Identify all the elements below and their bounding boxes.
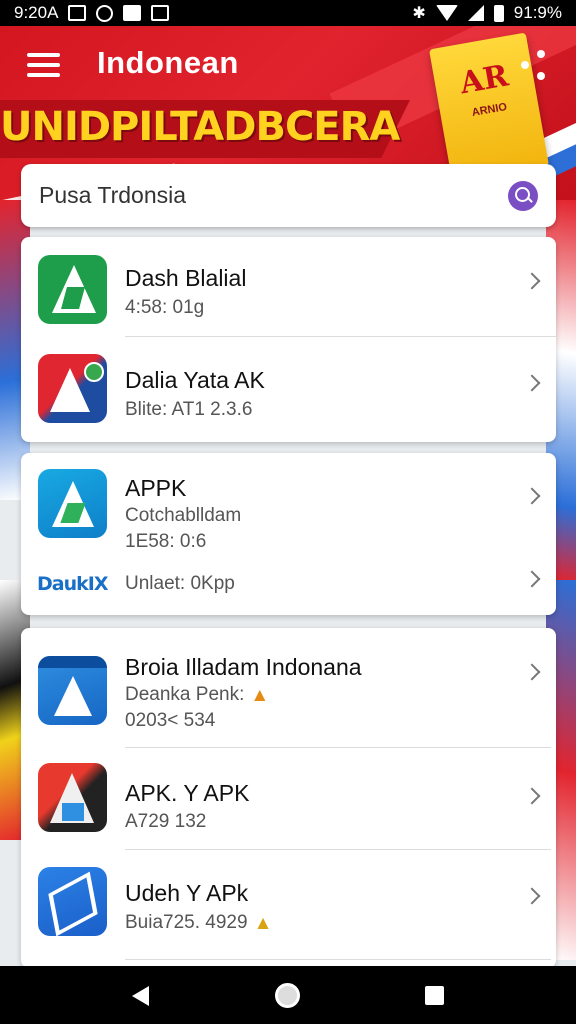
chevron-right-icon — [523, 570, 541, 588]
photo-icon — [151, 5, 170, 21]
item-subtitle: Deanka Penk: ▲ — [125, 684, 270, 706]
bluetooth-icon: ✱ — [412, 5, 426, 22]
app-list-card: APPK Cotchablldam 1E58: 0:6 DaukIX Unlae… — [21, 453, 556, 615]
chevron-right-icon — [523, 663, 541, 681]
back-icon[interactable] — [132, 986, 149, 1006]
gallery-icon — [68, 5, 87, 21]
chevron-right-icon — [523, 487, 541, 505]
banner-title: UNIDPILTADBCERA — [0, 104, 400, 150]
brand-label: DaukIX — [37, 573, 108, 595]
battery-icon — [493, 4, 504, 22]
app-icon-dark — [38, 763, 107, 832]
app-icon-red-blue — [38, 354, 107, 423]
list-item[interactable]: Dalia Yata AK Blite: AT1 2.3.6 — [21, 337, 556, 442]
battery-percent: 91:9% — [513, 3, 562, 22]
home-icon[interactable] — [275, 983, 300, 1008]
status-time: 9:20A — [14, 3, 59, 22]
share-icon[interactable] — [519, 50, 549, 80]
divider — [125, 959, 551, 960]
status-bar: 9:20A ✱ 91:9% — [0, 0, 576, 26]
item-title: Broia Illadam Indonana — [125, 654, 362, 680]
list-item[interactable]: APK. Y APK A729 132 — [21, 748, 556, 850]
item-subtitle: A729 132 — [125, 811, 207, 832]
app-list-card: Dash Blalial 4:58: 01g Dalia Yata AK Bli… — [21, 237, 556, 442]
list-item[interactable]: Broia Illadam Indonana Deanka Penk: ▲ 020… — [21, 628, 556, 748]
chevron-right-icon — [523, 887, 541, 905]
sync-icon — [96, 4, 114, 22]
status-right: ✱ 91:9% — [412, 3, 562, 23]
search-input[interactable] — [39, 182, 508, 209]
navigation-bar — [0, 966, 576, 1024]
chevron-right-icon — [523, 787, 541, 805]
recents-icon[interactable] — [425, 986, 444, 1005]
search-icon[interactable] — [508, 180, 538, 211]
item-title: APK. Y APK — [125, 780, 250, 806]
item-subtitle: Blite: AT1 2.3.6 — [125, 399, 253, 420]
item-subtitle: Buia725. 4929 ▲ — [125, 912, 273, 934]
item-title: Dash Blalial — [125, 265, 247, 291]
item-subtitle: Cotchablldam — [125, 505, 242, 526]
list-item[interactable]: DaukIX Unlaet: 0Kpp — [21, 563, 556, 613]
item-subtitle-text: Buia725. 4929 — [125, 912, 248, 933]
item-subtitle: Unlaet: 0Kpp — [125, 573, 235, 594]
warning-icon: ▲ — [250, 685, 270, 706]
hamburger-menu-icon[interactable] — [27, 53, 60, 77]
item-title: Dalia Yata AK — [125, 367, 265, 393]
item-subtitle-text: Deanka Penk: — [125, 684, 245, 705]
signal-icon — [467, 5, 484, 21]
list-item[interactable]: Udeh Y APk Buia725. 4929 ▲ — [21, 850, 556, 960]
app-icon-cyan — [38, 469, 107, 538]
item-meta: 1E58: 0:6 — [125, 531, 207, 552]
list-item[interactable]: Dash Blalial 4:58: 01g — [21, 237, 556, 337]
app-icon-green — [38, 255, 107, 324]
chevron-right-icon — [523, 374, 541, 392]
item-title: Udeh Y APk — [125, 880, 249, 906]
wifi-icon — [435, 5, 458, 21]
promo-badge-subtitle: ARNIO — [470, 100, 508, 119]
promo-badge-title: AR — [457, 58, 511, 102]
item-meta: 0203< 534 — [125, 710, 216, 731]
item-title: APPK — [125, 475, 187, 501]
app-icon-blue — [38, 656, 107, 725]
status-left: 9:20A — [14, 3, 170, 23]
search-bar[interactable] — [21, 164, 556, 227]
notification-icon — [123, 5, 142, 21]
warning-icon: ▲ — [253, 913, 273, 934]
app-icon-outline — [38, 867, 107, 936]
app-list-card: Broia Illadam Indonana Deanka Penk: ▲ 020… — [21, 628, 556, 968]
chevron-right-icon — [523, 272, 541, 290]
item-subtitle: 4:58: 01g — [125, 297, 205, 318]
app-title: Indonean — [97, 45, 239, 80]
